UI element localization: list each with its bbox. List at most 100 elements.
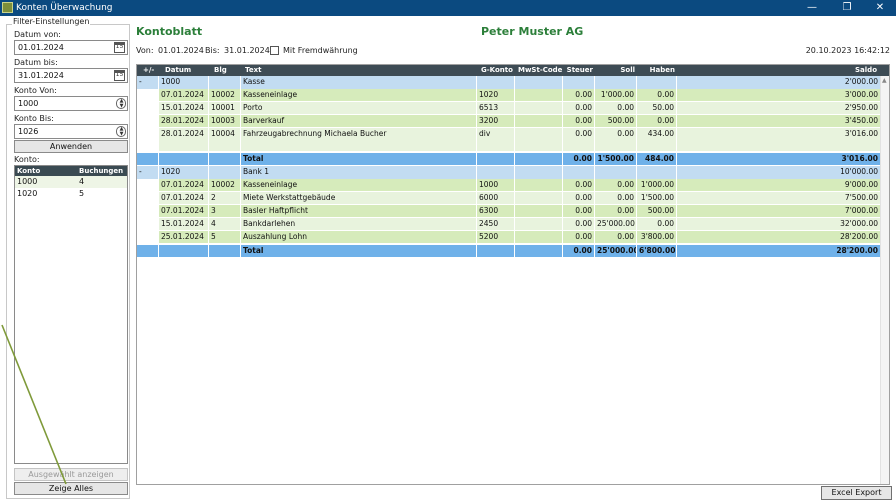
cell-soll: 0.00 (595, 179, 637, 191)
col-header-blg[interactable]: Blg (214, 65, 227, 76)
cell-text: Kasseneinlage (241, 179, 477, 191)
cell-blg (209, 153, 241, 165)
col-header-gkonto[interactable]: G-Konto (481, 65, 513, 76)
apply-button[interactable]: Anwenden (14, 140, 128, 153)
cell-datum: 07.01.2024 (159, 179, 209, 191)
cell-soll: 500.00 (595, 115, 637, 127)
cell-datum: 1000 (159, 76, 209, 89)
spinner-icon[interactable]: ▲ ▼ (116, 126, 126, 137)
buchungen-column-header[interactable]: Buchungen (79, 166, 123, 176)
cell-toggle[interactable]: - (137, 76, 159, 89)
table-row[interactable]: 28.01.2024 10003 Barverkauf 3200 0.00 500.00 0… (137, 115, 881, 127)
datum-von-field[interactable]: 01.01.2024 15 (14, 40, 128, 55)
cell-toggle (137, 218, 159, 230)
calendar-icon[interactable]: 15 (114, 42, 125, 53)
cell-saldo: 7'000.00 (679, 205, 881, 217)
cell-blg: 10002 (209, 89, 241, 101)
col-header-steuer[interactable]: Steuer (563, 65, 593, 76)
cell-toggle (137, 89, 159, 101)
konto-column-header[interactable]: Konto (17, 166, 40, 176)
minimize-button[interactable]: — (798, 0, 826, 16)
cell-mwst (515, 115, 563, 127)
cell-soll (595, 76, 637, 89)
calendar-icon[interactable]: 15 (114, 70, 125, 81)
close-button[interactable]: ✕ (866, 0, 894, 16)
cell-saldo: 28'200.00 (679, 231, 881, 243)
cell-steuer: 0.00 (563, 153, 595, 165)
cell-steuer: 0.00 (563, 218, 595, 230)
chevron-down-icon[interactable]: ▼ (119, 132, 124, 137)
von-value: 01.01.2024 (158, 46, 204, 55)
cell-steuer: 0.00 (563, 179, 595, 191)
konto-bis-field[interactable]: 1026 ▲ ▼ (14, 124, 128, 139)
konto-von-field[interactable]: 1000 ▲ ▼ (14, 96, 128, 111)
cell-toggle (137, 205, 159, 217)
cell-soll (595, 166, 637, 179)
table-row[interactable]: 07.01.2024 10002 Kasseneinlage 1020 0.00 1'00… (137, 89, 881, 101)
col-header-haben[interactable]: Haben (637, 65, 675, 76)
chevron-down-icon[interactable]: ▼ (119, 104, 124, 109)
datum-von-label: Datum von: (14, 30, 61, 39)
table-row[interactable]: 15.01.2024 10001 Porto 6513 0.00 0.00 50.00 2'9… (137, 102, 881, 114)
cell-datum: 28.01.2024 (159, 128, 209, 151)
show-all-button[interactable]: Zeige Alles (14, 482, 128, 495)
cell-haben: 6'800.00 (637, 245, 677, 257)
spinner-icon[interactable]: ▲ ▼ (116, 98, 126, 109)
cell-toggle[interactable]: - (137, 166, 159, 179)
cell-toggle (137, 115, 159, 127)
cell-blg: 10003 (209, 115, 241, 127)
cell-saldo: 28'200.00 (679, 245, 881, 257)
excel-export-button[interactable]: Excel Export (821, 486, 892, 500)
list-item[interactable]: 1000 4 (15, 176, 127, 188)
col-header-mwst[interactable]: MwSt-Code (518, 65, 562, 76)
datum-bis-label: Datum bis: (14, 58, 58, 67)
cell-blg (209, 166, 241, 179)
cell-mwst (515, 76, 563, 89)
cell-mwst (515, 245, 563, 257)
group-row[interactable]: -1000 Kasse 2'000.00 (137, 76, 881, 89)
von-label: Von: (136, 46, 154, 55)
cell-steuer: 0.00 (563, 231, 595, 243)
cell-text: Auszahlung Lohn (241, 231, 477, 243)
col-header-text[interactable]: Text (245, 65, 261, 76)
table-row[interactable]: 07.01.2024 10002 Kasseneinlage 1000 0.00 0.00… (137, 179, 881, 191)
konto-number: 1000 (17, 177, 38, 186)
buchungen-count: 5 (79, 189, 85, 198)
datum-bis-field[interactable]: 31.01.2024 15 (14, 68, 128, 83)
cell-gkonto: 1020 (477, 89, 515, 101)
vertical-scrollbar[interactable]: ▲ (880, 76, 889, 484)
table-row[interactable]: 07.01.2024 2 Miete Werkstattgebäude 6000 0.0… (137, 192, 881, 204)
restore-button[interactable]: ❐ (833, 0, 861, 16)
table-row[interactable]: 28.01.2024 10004 Fahrzeugabrechnung Michae… (137, 128, 881, 151)
group-row[interactable]: -1020 Bank 1 10'000.00 (137, 166, 881, 179)
cell-soll: 0.00 (595, 205, 637, 217)
cell-toggle (137, 231, 159, 243)
show-selected-button[interactable]: Ausgewählt anzeigen (14, 468, 128, 481)
cell-datum: 15.01.2024 (159, 218, 209, 230)
cell-haben: 1'500.00 (637, 192, 677, 204)
konto-list[interactable]: Konto Buchungen 1000 4 1020 5 (14, 165, 128, 464)
cell-haben: 3'800.00 (637, 231, 677, 243)
fremdwaehrung-label[interactable]: Mit Fremdwährung (283, 46, 358, 56)
grid-header: +/- Datum Blg Text G-Konto MwSt-Code Ste… (137, 65, 889, 76)
cell-saldo: 10'000.00 (679, 166, 881, 179)
cell-toggle (137, 153, 159, 165)
cell-text: Basler Haftpflicht (241, 205, 477, 217)
fremdwaehrung-checkbox[interactable] (270, 46, 279, 55)
col-header-datum[interactable]: Datum (165, 65, 191, 76)
col-header-saldo[interactable]: Saldo (827, 65, 877, 76)
col-header-toggle[interactable]: +/- (143, 65, 154, 76)
cell-haben (637, 76, 677, 89)
table-row[interactable]: 07.01.2024 3 Basler Haftpflicht 6300 0.00 0.0… (137, 205, 881, 217)
cell-blg (209, 245, 241, 257)
table-row[interactable]: 15.01.2024 4 Bankdarlehen 2450 0.00 25'000.00… (137, 218, 881, 230)
cell-gkonto (477, 245, 515, 257)
cell-soll: 0.00 (595, 231, 637, 243)
table-row[interactable]: 25.01.2024 5 Auszahlung Lohn 5200 0.00 0.00 3'… (137, 231, 881, 243)
list-item[interactable]: 1020 5 (15, 188, 127, 200)
col-header-soll[interactable]: Soll (595, 65, 635, 76)
cell-datum: 15.01.2024 (159, 102, 209, 114)
company-name: Peter Muster AG (481, 25, 584, 38)
scroll-up-icon[interactable]: ▲ (882, 77, 887, 84)
kontoblatt-grid[interactable]: +/- Datum Blg Text G-Konto MwSt-Code Ste… (136, 64, 890, 485)
